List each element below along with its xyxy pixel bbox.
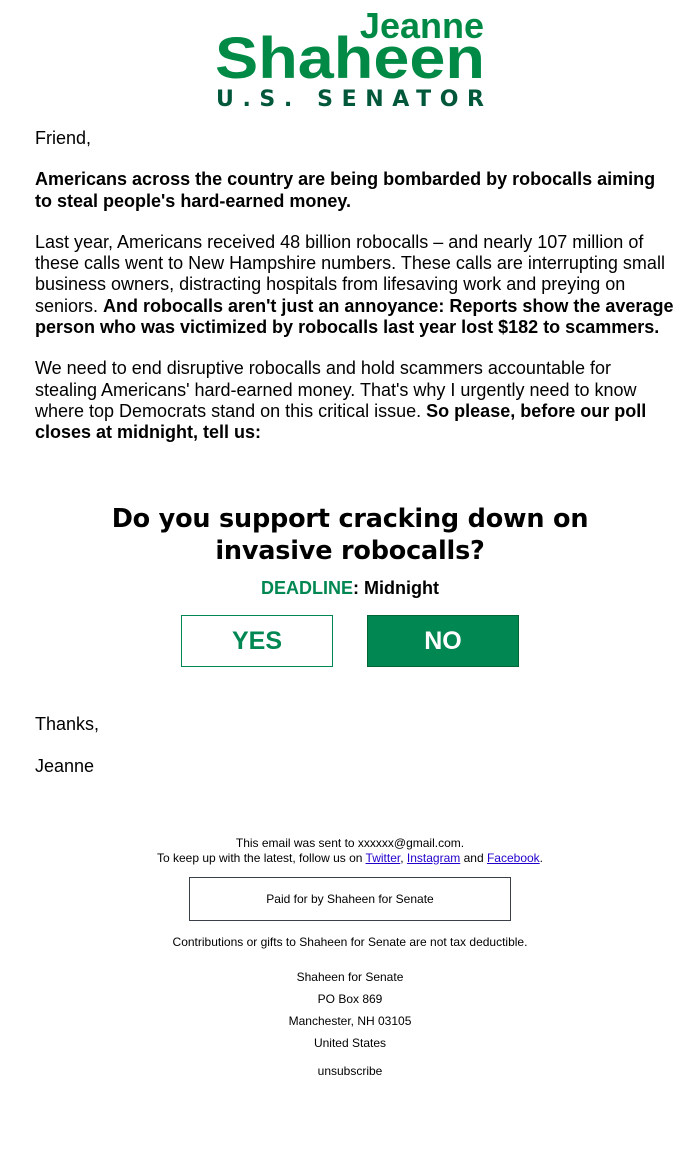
twitter-link[interactable]: Twitter: [366, 851, 401, 865]
address-org: Shaheen for Senate: [296, 970, 404, 984]
sent-to-suffix: .: [460, 836, 465, 850]
poll-deadline: DEADLINE: Midnight: [0, 577, 700, 599]
yes-button[interactable]: YES: [181, 615, 333, 667]
paid-for-disclaimer-box: Paid for by Shaheen for Senate: [189, 877, 511, 921]
follow-period: .: [539, 850, 544, 865]
robocall-stats-paragraph: Last year, Americans received 48 billion…: [35, 232, 675, 338]
stats-bold-text: And robocalls aren't just an annoyance: …: [35, 295, 674, 338]
comma-separator: ,: [400, 850, 407, 865]
logo-last-name: Shaheen: [215, 26, 485, 91]
follow-line: To keep up with the latest, follow us on…: [0, 851, 700, 866]
deadline-separator: :: [353, 578, 365, 598]
no-button[interactable]: NO: [367, 615, 519, 667]
signoff: Thanks, Jeanne: [35, 714, 99, 798]
instagram-link[interactable]: Instagram: [407, 851, 460, 865]
email-body: Friend, Americans across the country are…: [35, 128, 675, 464]
follow-prefix: To keep up with the latest, follow us on: [156, 850, 366, 865]
sent-to-line: This email was sent to xxxxxx@gmail.com.: [0, 836, 700, 851]
poll-question-line2: invasive robocalls?: [215, 536, 485, 566]
deadline-label: DEADLINE: [261, 578, 354, 598]
recipient-email: xxxxxx@gmail.com: [357, 836, 461, 850]
unsubscribe-section: unsubscribe: [0, 1064, 700, 1078]
and-separator: and: [460, 850, 487, 865]
address-po-box: PO Box 869: [317, 992, 383, 1006]
signature-name: Jeanne: [35, 756, 95, 776]
tax-disclaimer: Contributions or gifts to Shaheen for Se…: [172, 935, 528, 949]
thanks-text: Thanks,: [35, 714, 100, 734]
paid-for-text: Paid for by Shaheen for Senate: [266, 892, 434, 906]
greeting: Friend,: [35, 128, 92, 148]
address-city: Manchester, NH 03105: [288, 1014, 412, 1028]
poll-buttons: YES NO: [0, 615, 700, 667]
address-country: United States: [313, 1036, 387, 1050]
poll-section: Do you support cracking down on invasive…: [0, 503, 700, 599]
footer-notice: This email was sent to xxxxxx@gmail.com.…: [0, 836, 700, 865]
deadline-value: Midnight: [364, 578, 439, 598]
intro-paragraph: Americans across the country are being b…: [35, 169, 675, 212]
mailing-address: Shaheen for Senate PO Box 869 Manchester…: [0, 966, 700, 1054]
sent-to-prefix: This email was sent to: [235, 836, 358, 850]
shaheen-senator-logo: Jeanne Shaheen U.S. SENATOR: [213, 6, 488, 110]
poll-question-line1: Do you support cracking down on: [111, 504, 589, 534]
logo-graphic: Jeanne Shaheen U.S. SENATOR: [215, 6, 485, 110]
unsubscribe-link[interactable]: unsubscribe: [318, 1064, 383, 1078]
call-to-action-paragraph: We need to end disruptive robocalls and …: [35, 358, 675, 443]
poll-question: Do you support cracking down on invasive…: [0, 503, 700, 567]
intro-bold-text: Americans across the country are being b…: [35, 169, 656, 211]
facebook-link[interactable]: Facebook: [487, 851, 540, 865]
